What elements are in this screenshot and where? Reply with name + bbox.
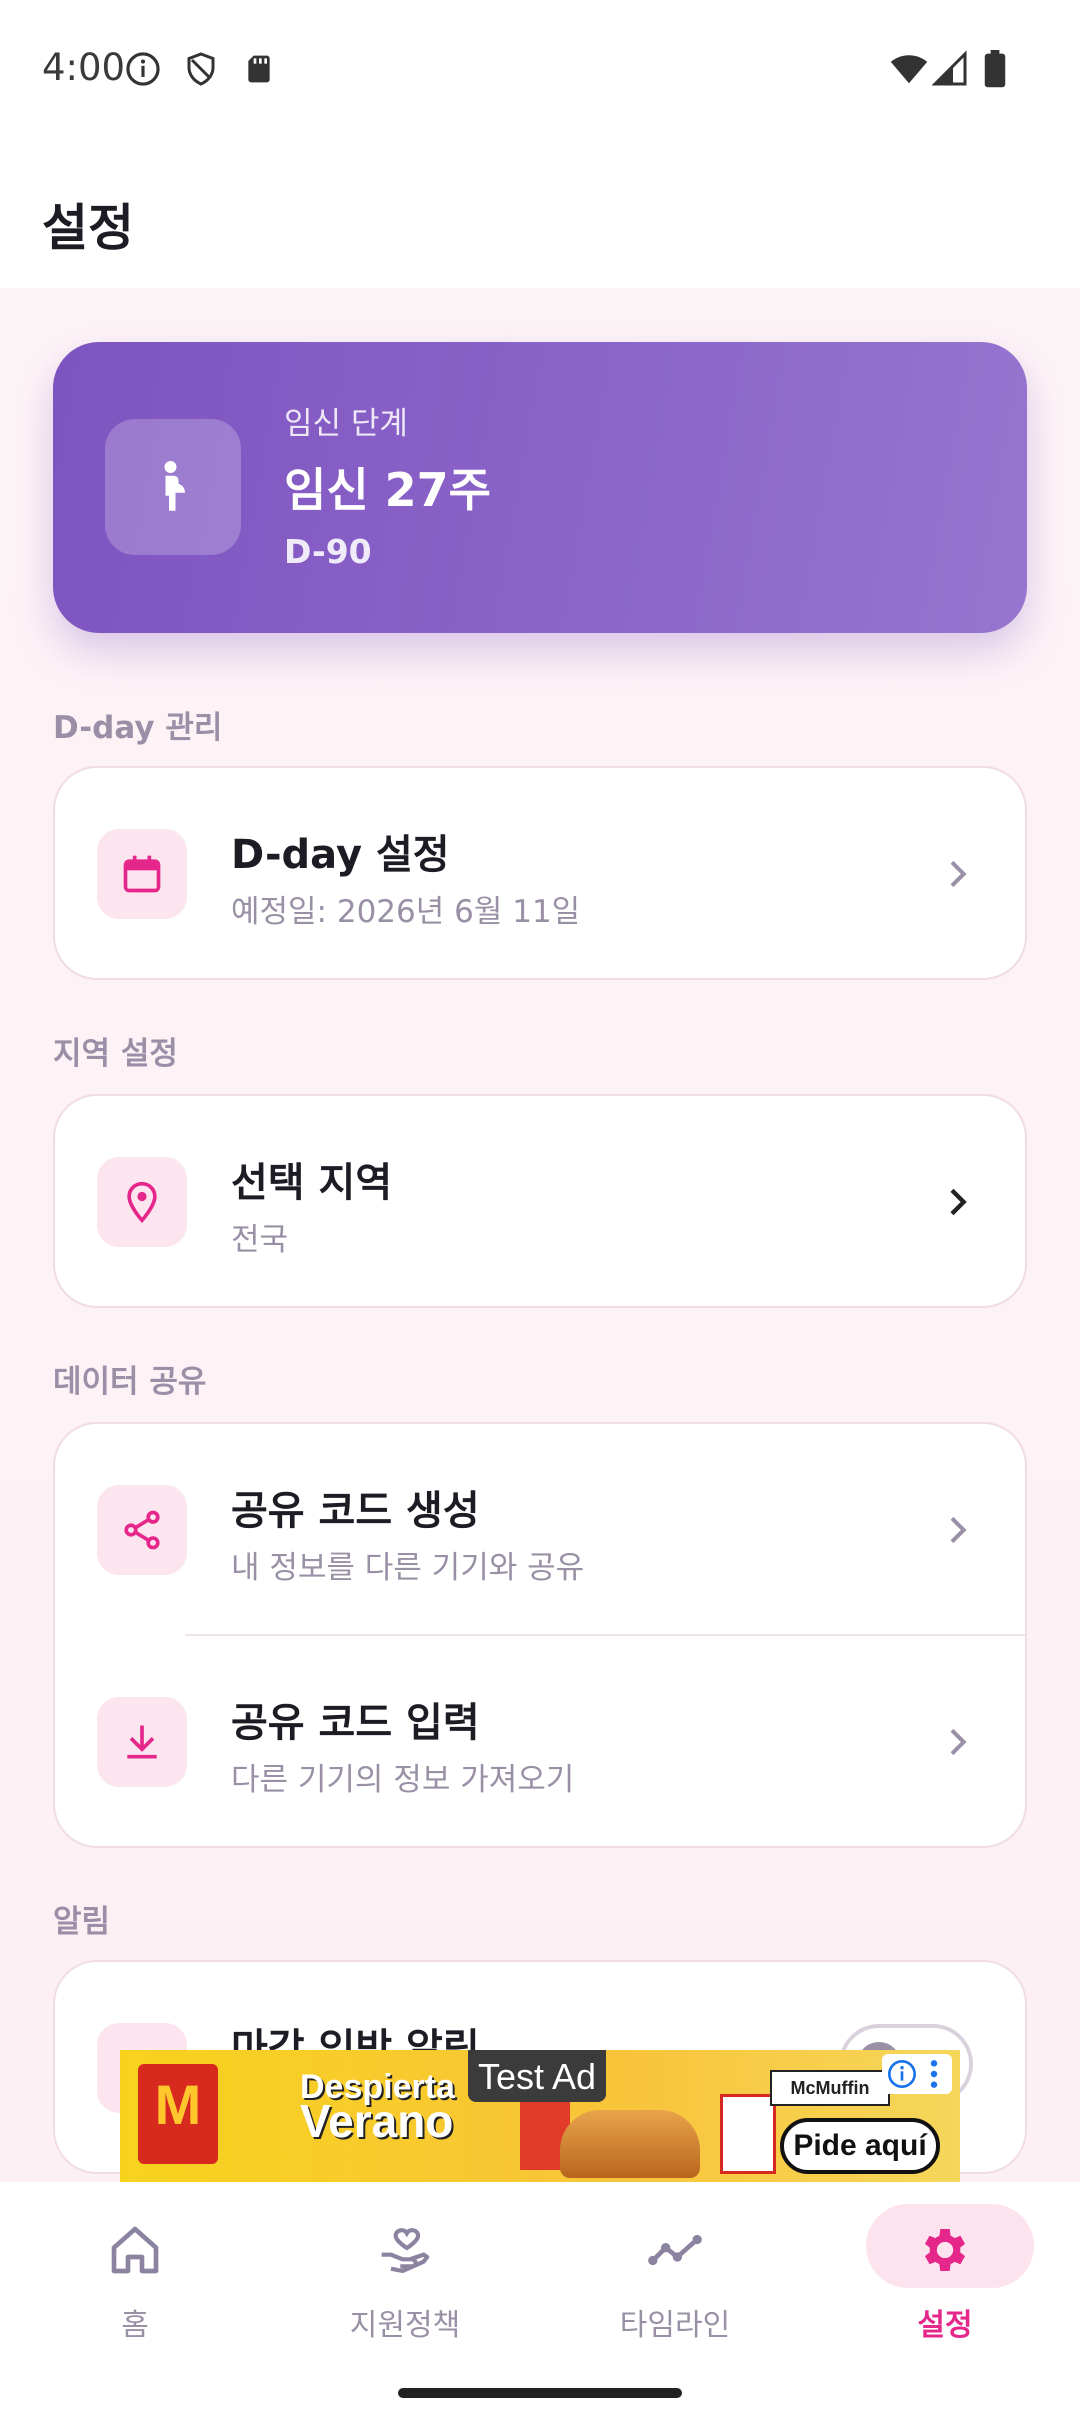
info-icon [126,52,160,86]
app-bar [0,140,1080,288]
section-header-share: 데이터 공유 [53,1364,207,1400]
pregnancy-week: 임신 27주 [284,463,491,517]
dday-setting-title: D-day 설정 [231,832,450,878]
test-ad-label: Test Ad [468,2050,607,2102]
ad-cup-image [720,2094,776,2174]
wifi-icon [890,55,928,84]
page-title: 설정 [42,199,134,257]
pregnancy-dday: D-90 [284,532,372,571]
signal-icon [932,50,967,86]
chevron-right-icon [950,1516,967,1544]
share-code-create-subtitle: 내 정보를 다른 기기와 공유 [231,1550,585,1586]
status-bar: 4:00 [0,0,1080,140]
chevron-right-icon [950,1728,967,1756]
chevron-right-icon [950,860,967,888]
status-time: 4:00 [42,46,126,89]
share-code-create-row[interactable]: 공유 코드 생성 내 정보를 다른 기기와 공유 [55,1424,1029,1634]
share-code-enter-subtitle: 다른 기기의 정보 가져오기 [231,1762,575,1798]
brand-glyph: M [154,2073,202,2136]
ad-info-icon[interactable] [886,2058,918,2090]
timeline-icon [648,2234,702,2266]
shield-icon [187,52,215,86]
nav-support-policy-label: 지원정책 [349,2308,461,2343]
section-header-dday: D-day 관리 [53,710,223,746]
nav-timeline[interactable]: 타임라인 [540,2182,810,2372]
calendar-icon [123,855,161,893]
region-setting-title: 선택 지역 [231,1160,393,1206]
share-code-create-title: 공유 코드 생성 [231,1488,480,1534]
pregnancy-stage-label: 임신 단계 [284,406,408,442]
region-value: 전국 [231,1222,289,1258]
share-code-enter-title: 공유 코드 입력 [231,1700,480,1746]
share-icon [124,1510,160,1550]
gesture-handle[interactable] [398,2388,682,2398]
nav-support-policy[interactable]: 지원정책 [270,2182,540,2372]
ad-headline: Despierta Verano [300,2070,455,2147]
ad-headline-line2: Verano [300,2095,454,2147]
download-icon [127,1725,157,1759]
ad-sandwich-image [560,2110,700,2178]
share-card: 공유 코드 생성 내 정보를 다른 기기와 공유 공유 코드 입력 다른 기기의… [53,1422,1027,1848]
dday-card: D-day 설정 예정일: 2026년 6월 11일 [53,766,1027,980]
dday-due-date: 예정일: 2026년 6월 11일 [231,894,581,930]
ad-choices[interactable] [882,2054,952,2094]
pregnant-woman-icon [164,461,185,511]
calendar-icon-container [97,829,187,919]
nav-home[interactable]: 홈 [0,2182,270,2372]
location-pin-icon [127,1181,157,1224]
dday-setting-row[interactable]: D-day 설정 예정일: 2026년 6월 11일 [55,768,1029,978]
pregnancy-stage-card: 임신 단계 임신 27주 D-90 [53,342,1027,633]
share-code-enter-row[interactable]: 공유 코드 입력 다른 기기의 정보 가져오기 [55,1636,1029,1846]
nav-settings-label: 설정 [917,2308,973,2343]
sd-card-icon [248,55,270,83]
battery-icon [984,50,1006,88]
settings-content[interactable]: 임신 단계 임신 27주 D-90 D-day 관리 D-day 설정 예정일:… [0,288,1080,2182]
settings-icon [924,2229,966,2271]
nav-timeline-label: 타임라인 [619,2308,731,2343]
section-header-notifications: 알림 [53,1904,111,1940]
section-header-region: 지역 설정 [53,1036,178,1072]
hand-heart-icon [381,2228,430,2274]
ad-banner[interactable]: M Despierta Verano McMuffin Pide aquí Te… [120,2050,960,2182]
pregnancy-icon-container [105,419,241,555]
download-icon-container [97,1697,187,1787]
ad-cta-button[interactable]: Pide aquí [780,2118,940,2174]
home-icon [111,2226,159,2274]
more-vert-icon[interactable] [928,2058,940,2090]
mcdonalds-logo: M [138,2064,218,2164]
region-card: 선택 지역 전국 [53,1094,1027,1308]
region-setting-row[interactable]: 선택 지역 전국 [55,1096,1029,1306]
ad-product-label: McMuffin [770,2070,890,2106]
chevron-right-icon [950,1188,967,1216]
location-icon-container [97,1157,187,1247]
nav-settings[interactable]: 설정 [810,2182,1080,2372]
share-icon-container [97,1485,187,1575]
nav-home-label: 홈 [121,2308,149,2343]
